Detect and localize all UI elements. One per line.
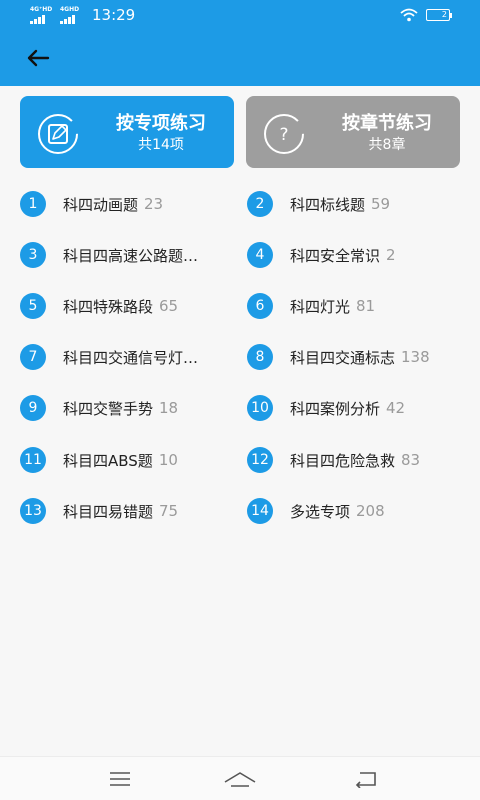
topic-count: 59 xyxy=(371,195,391,213)
topic-count: 138 xyxy=(401,348,430,366)
topic-name: 科四动画题 xyxy=(63,195,139,214)
topic-count: 2 xyxy=(386,246,396,264)
topic-name: 科目四交通标志 xyxy=(290,348,396,367)
card-subtitle: 共8章 xyxy=(368,137,406,153)
topic-number: 10 xyxy=(247,395,273,421)
svg-text:?: ? xyxy=(279,125,288,145)
topic-name: 科四特殊路段 xyxy=(63,297,154,316)
topic-number: 12 xyxy=(247,447,273,473)
topic-item[interactable]: 5 科四特殊路段 65 xyxy=(20,284,246,328)
topic-name: 科四安全常识 xyxy=(290,246,381,265)
signal-label-sim2: 4GHD xyxy=(60,6,80,13)
status-bar: 4G⁺HD 4GHD 13:29 2 xyxy=(0,0,480,30)
card-subtitle: 共14项 xyxy=(138,137,184,153)
topic-count: 42 xyxy=(386,399,406,417)
status-time: 13:29 xyxy=(92,6,136,24)
topic-item[interactable]: 3 科目四高速公路题… xyxy=(20,233,246,277)
signal-icon-sim1: 4G⁺HD xyxy=(30,6,54,24)
topic-number: 3 xyxy=(20,242,46,268)
edit-icon xyxy=(38,114,78,154)
home-icon xyxy=(224,772,256,787)
topic-number: 9 xyxy=(20,395,46,421)
topic-name: 科四案例分析 xyxy=(290,399,381,418)
menu-icon xyxy=(110,772,130,786)
topic-number: 13 xyxy=(20,498,46,524)
status-left: 4G⁺HD 4GHD 13:29 xyxy=(30,6,135,24)
question-icon: ? xyxy=(264,114,304,154)
topic-name: 科四标线题 xyxy=(290,195,366,214)
topic-count: 81 xyxy=(356,297,376,315)
menu-button[interactable] xyxy=(100,765,140,793)
topic-count: 83 xyxy=(401,451,421,469)
topic-item[interactable]: 4 科四安全常识 2 xyxy=(247,233,473,277)
back-nav-button[interactable] xyxy=(346,765,386,793)
topic-item[interactable]: 6 科四灯光 81 xyxy=(247,284,473,328)
topic-number: 2 xyxy=(247,191,273,217)
card-title: 按专项练习 xyxy=(116,113,206,134)
topic-name: 科四交警手势 xyxy=(63,399,154,418)
topic-item[interactable]: 1 科四动画题 23 xyxy=(20,182,246,226)
topic-item[interactable]: 7 科目四交通信号灯… xyxy=(20,335,246,379)
topic-number: 5 xyxy=(20,293,46,319)
topic-item[interactable]: 8 科目四交通标志 138 xyxy=(247,335,473,379)
topic-item[interactable]: 10 科四案例分析 42 xyxy=(247,386,473,430)
arrow-left-icon xyxy=(27,49,50,67)
back-icon xyxy=(355,772,376,788)
topic-count: 75 xyxy=(159,502,179,520)
topic-name: 科目四危险急救 xyxy=(290,451,396,470)
topic-count: 65 xyxy=(159,297,179,315)
topic-number: 11 xyxy=(20,447,46,473)
signal-label-sim1: 4G⁺HD xyxy=(30,6,53,13)
topic-item[interactable]: 11 科目四ABS题 10 xyxy=(20,438,246,482)
card-title: 按章节练习 xyxy=(342,113,432,134)
topic-count: 208 xyxy=(356,502,385,520)
topic-name: 科四灯光 xyxy=(290,297,351,316)
app-bar xyxy=(0,30,480,86)
topic-name: 科目四易错题 xyxy=(63,502,154,521)
topic-count: 23 xyxy=(144,195,164,213)
topic-item[interactable]: 13 科目四易错题 75 xyxy=(20,489,246,533)
topic-number: 6 xyxy=(247,293,273,319)
wifi-icon xyxy=(400,8,418,22)
practice-by-chapter-card[interactable]: ? 按章节练习 共8章 xyxy=(246,96,460,168)
topic-name: 科目四交通信号灯… xyxy=(63,348,199,367)
system-nav-bar xyxy=(0,756,480,800)
battery-level: 2 xyxy=(441,10,447,19)
home-button[interactable] xyxy=(220,765,260,793)
topic-number: 14 xyxy=(247,498,273,524)
topic-item[interactable]: 2 科四标线题 59 xyxy=(247,182,473,226)
topic-name: 科目四ABS题 xyxy=(63,451,153,470)
topic-number: 1 xyxy=(20,191,46,217)
battery-icon: 2 xyxy=(426,9,452,21)
topic-count: 10 xyxy=(158,451,178,469)
topic-number: 4 xyxy=(247,242,273,268)
topic-name: 多选专项 xyxy=(290,502,351,521)
practice-by-topic-card[interactable]: 按专项练习 共14项 xyxy=(20,96,234,168)
back-button[interactable] xyxy=(16,40,60,76)
topic-number: 8 xyxy=(247,344,273,370)
topic-name: 科目四高速公路题… xyxy=(63,246,199,265)
status-right: 2 xyxy=(400,8,452,22)
topic-item[interactable]: 12 科目四危险急救 83 xyxy=(247,438,473,482)
topic-item[interactable]: 14 多选专项 208 xyxy=(247,489,473,533)
signal-icon-sim2: 4GHD xyxy=(60,6,84,24)
topic-count: 18 xyxy=(159,399,179,417)
topic-number: 7 xyxy=(20,344,46,370)
topic-item[interactable]: 9 科四交警手势 18 xyxy=(20,386,246,430)
